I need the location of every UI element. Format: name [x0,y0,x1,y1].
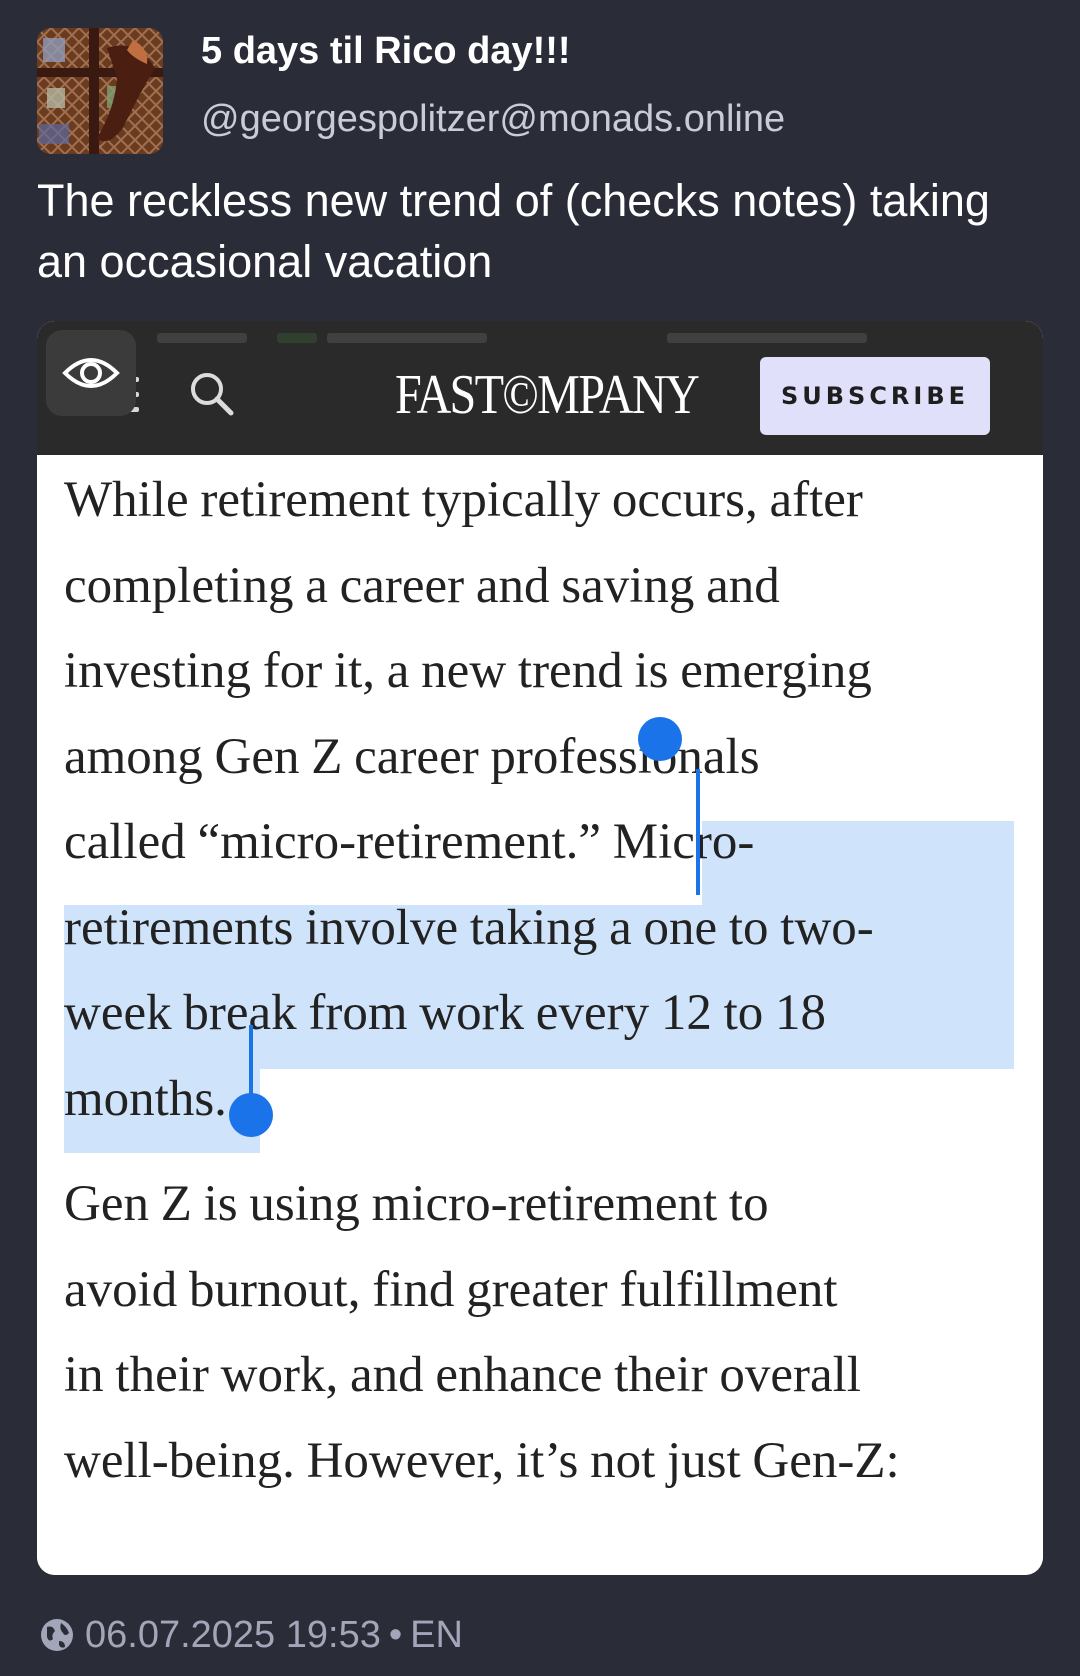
display-name[interactable]: 5 days til Rico day!!! [201,30,571,73]
text-line: avoid burnout, find greater fulfillment [64,1261,838,1318]
text-line: While retirement typically occurs, after [64,472,863,528]
ad-banner-remnant [127,327,927,349]
article-paragraph: Gen Z is using micro-retirement to avoid… [64,1162,1043,1504]
post-language: EN [410,1613,463,1656]
text-line: in their work, and enhance their overall [64,1347,861,1403]
site-logo[interactable]: FAST©MPANY [395,363,700,427]
hide-media-button[interactable] [46,330,136,416]
text-line: completing a career and saving and [64,557,780,614]
search-icon[interactable] [187,369,237,419]
text-line: retirements involve taking a one to two- [64,899,874,956]
separator: • [388,1613,403,1656]
subscribe-button[interactable]: SUBSCRIBE [760,357,990,435]
eye-icon [62,358,120,388]
artwork-avatar [37,28,163,154]
text-line: investing for it, a new trend is emergin… [64,643,872,699]
selection-start-handle[interactable] [638,717,682,761]
media-attachment[interactable]: FAST©MPANY SUBSCRIBE While retirement ty… [37,321,1043,1575]
post-text: The reckless new trend of (checks notes)… [37,175,990,287]
text-line: among Gen Z career professionals [64,728,760,785]
text-line: months. [64,1070,227,1127]
text-line: week break from work every 12 to 18 [64,985,826,1041]
text-line: called “micro-retirement.” Micro- [64,814,755,870]
selection-end-handle[interactable] [229,1093,273,1137]
avatar[interactable] [37,28,163,154]
selection-start-line [696,769,700,895]
article-body: While retirement typically occurs, after… [37,455,1043,1575]
account-handle[interactable]: @georgespolitzer@monads.online [201,98,785,141]
article-paragraph: While retirement typically occurs, after… [64,458,1043,1142]
site-header: FAST©MPANY SUBSCRIBE [37,321,1043,455]
post-footer: 06.07.2025 19:53 • EN [39,1610,463,1660]
text-line: Gen Z is using micro-retirement to [64,1176,769,1232]
post-timestamp[interactable]: 06.07.2025 19:53 [85,1614,381,1657]
text-line: well-being. However, it’s not just Gen-Z… [64,1432,900,1489]
globe-icon [39,1617,75,1653]
